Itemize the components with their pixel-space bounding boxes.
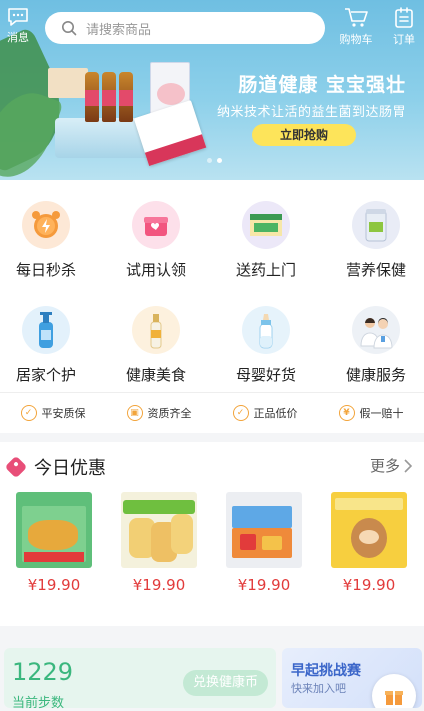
step-label: 当前步数: [12, 696, 65, 711]
category-label: 送药上门: [235, 261, 296, 279]
product-card[interactable]: ¥19.90: [331, 492, 407, 594]
banner-subline: 纳米技术让活的益生菌到达肠胃: [216, 105, 406, 120]
guarantee-label: 平安质保: [41, 406, 86, 420]
search-placeholder: 请搜索商品: [86, 22, 152, 38]
category-delivery[interactable]: 送药上门: [213, 201, 319, 280]
product-image: [331, 492, 407, 568]
medicine-box-icon: [242, 201, 290, 249]
certificate-icon: ▣: [126, 404, 143, 421]
product-card[interactable]: ¥19.90: [16, 492, 92, 594]
alarm-clock-icon: [22, 201, 70, 249]
step-count: 1229: [12, 658, 74, 686]
cart-button[interactable]: 购物车: [336, 7, 376, 47]
cart-label: 购物车: [339, 33, 373, 46]
category-label: 营养保健: [345, 261, 406, 279]
carousel-dot-active[interactable]: [217, 158, 222, 163]
category-flash-sale[interactable]: 每日秒杀: [0, 201, 99, 280]
guarantee-bar: ✓ 平安质保 ▣ 资质齐全 ✓ 正品低价 ¥ 假一赔十: [0, 392, 424, 432]
category-nutrition[interactable]: 营养保健: [323, 201, 424, 280]
banner-headline: 肠道健康 宝宝强壮: [238, 74, 406, 96]
challenge-title: 早起挑战赛: [291, 663, 361, 679]
doctors-icon: [352, 306, 400, 354]
guarantee-label: 假一赔十: [359, 406, 404, 420]
guarantee-label: 资质齐全: [147, 406, 192, 420]
more-link[interactable]: 更多: [370, 455, 412, 476]
drink-bottle-icon: [132, 306, 180, 354]
category-baby[interactable]: 母婴好货: [213, 306, 319, 385]
challenge-subtitle: 快来加入吧: [291, 682, 346, 695]
product-card[interactable]: ¥19.90: [226, 492, 302, 594]
category-trial[interactable]: 试用认领: [103, 201, 209, 280]
category-food[interactable]: 健康美食: [103, 306, 209, 385]
category-health-service[interactable]: 健康服务: [323, 306, 424, 385]
guarantee-item: ✓ 正品低价: [212, 404, 318, 421]
product-image: [16, 492, 92, 568]
category-label: 试用认领: [125, 261, 186, 279]
product-price: ¥19.90: [342, 576, 396, 594]
buy-now-button[interactable]: 立即抢购: [252, 124, 356, 146]
price-tag-icon: [4, 455, 28, 479]
exchange-coins-button[interactable]: 兑换健康币: [182, 670, 268, 696]
category-personal-care[interactable]: 居家个护: [0, 306, 99, 385]
guarantee-label: 正品低价: [253, 406, 298, 420]
orders-button[interactable]: 订单: [386, 7, 422, 47]
category-label: 每日秒杀: [15, 261, 76, 279]
product-price: ¥19.90: [132, 576, 186, 594]
carousel-dot[interactable]: [207, 158, 212, 163]
product-image: [226, 492, 302, 568]
product-bottle: [119, 72, 133, 122]
category-label: 母婴好货: [235, 366, 296, 384]
coin-icon: ¥: [338, 404, 355, 421]
orders-label: 订单: [393, 33, 415, 46]
milk-powder-can-icon: [352, 201, 400, 249]
shampoo-bottle-icon: [22, 306, 70, 354]
more-label: 更多: [369, 457, 400, 475]
guarantee-item: ¥ 假一赔十: [318, 404, 424, 421]
deals-header: 今日优惠: [4, 454, 106, 480]
guarantee-item: ▣ 资质齐全: [106, 404, 212, 421]
shield-icon: ✓: [20, 404, 37, 421]
challenge-card[interactable]: 早起挑战赛 快来加入吧: [282, 648, 422, 708]
carousel-dots: [207, 158, 222, 163]
orders-icon: [395, 7, 413, 28]
step-counter-card[interactable]: 1229 当前步数 兑换健康币: [4, 648, 276, 711]
guarantee-item: ✓ 平安质保: [0, 404, 106, 421]
search-icon: [62, 21, 77, 36]
category-label: 健康服务: [345, 366, 406, 384]
product-price: ¥19.90: [237, 576, 291, 594]
product-card[interactable]: ¥19.90: [121, 492, 197, 594]
product-image: [121, 492, 197, 568]
message-label: 消息: [7, 31, 29, 44]
message-button[interactable]: 消息: [0, 7, 36, 45]
category-label: 居家个护: [15, 366, 76, 384]
gift-box-icon: [132, 201, 180, 249]
message-icon: [8, 8, 28, 26]
todays-deals-section: 今日优惠 更多 ¥19.90 ¥19.90 ¥19.90 ¥19.90: [0, 442, 424, 626]
check-icon: ✓: [232, 404, 249, 421]
product-price: ¥19.90: [27, 576, 81, 594]
search-bar[interactable]: 请搜索商品: [45, 12, 325, 44]
deals-title: 今日优惠: [34, 458, 106, 479]
baby-bottle-icon: [242, 306, 290, 354]
cart-icon: [345, 8, 368, 27]
top-bar: 消息 请搜索商品 购物车 订单: [0, 0, 424, 52]
product-bottle: [102, 72, 116, 122]
product-bottle: [85, 72, 99, 122]
chevron-right-icon: [404, 458, 412, 473]
category-label: 健康美食: [125, 366, 186, 384]
product-box: [48, 68, 88, 98]
